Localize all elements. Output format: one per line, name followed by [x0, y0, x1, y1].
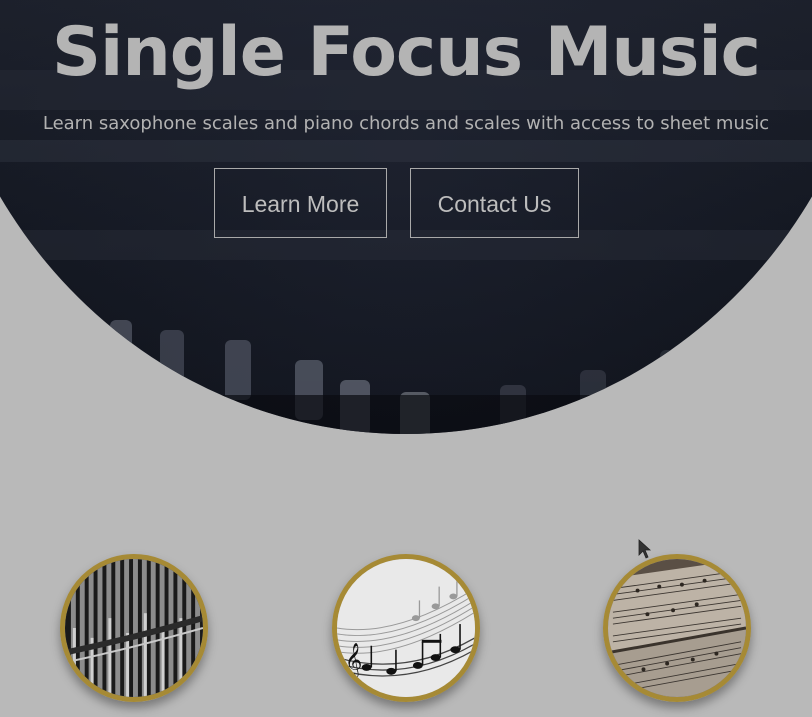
- svg-text:𝄞: 𝄞: [345, 642, 362, 678]
- contact-us-button[interactable]: Contact Us: [410, 168, 579, 238]
- page-subtitle: Learn saxophone scales and piano chords …: [42, 113, 770, 134]
- music-notes-image[interactable]: 𝄞: [332, 554, 480, 702]
- page-title: Single Focus Music: [52, 13, 761, 92]
- page: Single Focus Music Learn saxophone scale…: [0, 0, 812, 717]
- organ-pipes-image[interactable]: [60, 554, 208, 702]
- mouse-cursor-icon: [638, 539, 652, 559]
- learn-more-button[interactable]: Learn More: [214, 168, 387, 238]
- organ-pipes-icon: [65, 559, 203, 697]
- music-notes-icon: 𝄞: [337, 559, 475, 697]
- sheet-music-icon: [608, 559, 746, 697]
- sheet-music-image[interactable]: [603, 554, 751, 702]
